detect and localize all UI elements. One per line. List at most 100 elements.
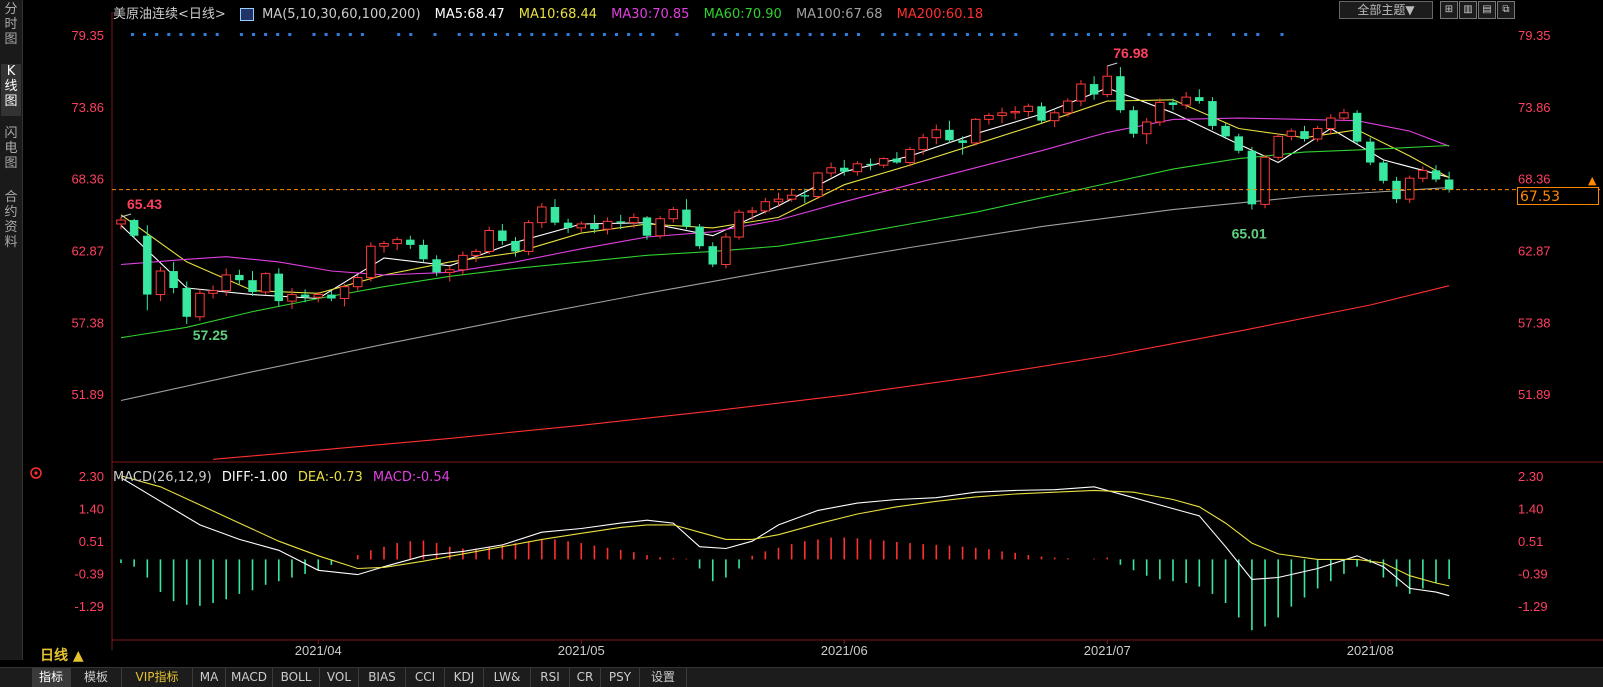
candle-body-up <box>458 254 468 271</box>
signal-dot <box>772 33 776 36</box>
candle-body-up <box>629 216 639 224</box>
all-topics-dropdown[interactable]: 全部主题▼ <box>1339 1 1433 19</box>
signal-dot <box>264 33 268 36</box>
window-layout-icon[interactable]: ⧉ <box>1497 1 1515 19</box>
tab-bias[interactable]: BIAS <box>359 668 406 687</box>
candle-body-up <box>379 243 389 247</box>
signal-dot <box>711 33 715 36</box>
candle-body-up <box>852 163 863 173</box>
signal-dot <box>167 33 171 36</box>
tab-ma[interactable]: MA <box>193 668 226 687</box>
list-layout-icon[interactable]: ▤ <box>1478 1 1496 19</box>
signal-dot <box>627 33 631 36</box>
signal-dot <box>179 33 183 36</box>
candle-body-up <box>484 230 494 252</box>
candle-body-up <box>1312 128 1323 140</box>
candle-body-down <box>892 158 902 163</box>
price-tick-right: 79.35 <box>1518 28 1551 43</box>
signal-dot <box>602 33 606 36</box>
candle-body-down <box>682 209 691 227</box>
signal-dot <box>1183 33 1187 36</box>
tab-settings[interactable]: 设置 <box>640 668 687 687</box>
grid-layout-icon[interactable]: ⊞ <box>1440 1 1458 19</box>
candle-body-down <box>550 206 560 223</box>
macd-tick-right: 0.51 <box>1518 534 1543 549</box>
candle-body-up <box>1076 83 1086 102</box>
signal-dot <box>760 33 764 36</box>
signal-dot <box>252 33 255 36</box>
candle-body-down <box>129 220 139 236</box>
split-layout-icon[interactable]: ▥ <box>1459 1 1477 19</box>
candle-body-down <box>708 246 717 265</box>
indicator-tab-bar: 指标 模板 VIP指标 MA MACD BOLL VOL BIAS CCI KD… <box>0 667 1603 687</box>
tab-boll[interactable]: BOLL <box>273 668 320 687</box>
tab-indicator[interactable]: 指标 <box>32 668 71 687</box>
candle-body-down <box>1168 102 1178 105</box>
signal-dot <box>929 33 933 36</box>
signal-dot <box>1062 33 1066 36</box>
tab-template[interactable]: 模板 <box>71 668 122 687</box>
macd-params[interactable]: MACD(26,12,9) <box>113 470 212 485</box>
date-tick-label: 2021/06 <box>821 643 868 658</box>
price-annotation: 57.25 <box>193 327 228 343</box>
signal-dot <box>336 33 340 36</box>
annotation-pointer <box>1107 62 1118 67</box>
signal-dot <box>554 33 558 36</box>
ma-params[interactable]: MA(5,10,30,60,100,200) <box>262 7 420 22</box>
candle-body-up <box>1049 112 1060 122</box>
candle-body-down <box>248 280 257 292</box>
candle-body-up <box>155 270 166 296</box>
candle-body-down <box>182 288 191 317</box>
signal-dot <box>1123 33 1127 36</box>
signal-dot <box>796 33 800 36</box>
tab-macd[interactable]: MACD <box>226 668 273 687</box>
chart-canvas[interactable]: 79.35 79.35 73.86 73.86 68.36 68.36 62.87 62.87… <box>0 0 1603 667</box>
tab-lwr[interactable]: LW& <box>484 668 531 687</box>
tab-psy[interactable]: PSY <box>601 668 640 687</box>
macd-tick-left: 1.40 <box>79 502 104 517</box>
signal-dot <box>1050 33 1054 36</box>
date-tick-label: 2021/07 <box>1084 643 1131 658</box>
chart-title: 美原油连续<日线> <box>113 7 226 22</box>
signal-dot <box>542 33 546 36</box>
tab-vol[interactable]: VOL <box>320 668 359 687</box>
signal-dot <box>784 33 788 36</box>
signal-dot <box>965 33 969 36</box>
tab-rsi[interactable]: RSI <box>531 668 570 687</box>
candle-body-up <box>747 210 757 213</box>
signal-dot <box>457 33 461 36</box>
candle-body-up <box>1010 111 1020 114</box>
macd-diff-line <box>120 477 1450 597</box>
macd-tick-right: 2.30 <box>1518 469 1543 484</box>
date-tick-label: 2021/08 <box>1347 643 1394 658</box>
signal-dot <box>723 33 727 36</box>
candle-body-up <box>1141 121 1152 135</box>
signal-dot <box>215 33 219 36</box>
candle-body-up <box>260 273 271 293</box>
candle-body-up <box>1418 169 1428 179</box>
tab-vip-indicator[interactable]: VIP指标 <box>122 668 193 687</box>
macd-tick-left: 2.30 <box>79 469 104 484</box>
candle-body-down <box>1195 97 1204 102</box>
signal-dot <box>675 33 679 36</box>
candle-body-up <box>1023 105 1034 113</box>
tab-kdj[interactable]: KDJ <box>445 668 484 687</box>
price-tick-right: 73.86 <box>1518 100 1551 115</box>
tab-cr[interactable]: CR <box>570 668 601 687</box>
period-selector-button[interactable]: 日线 ▲ <box>40 645 84 665</box>
price-annotation: 65.43 <box>127 196 162 212</box>
candle-body-down <box>800 195 810 197</box>
candle-body-up <box>287 294 297 302</box>
candle-body-up <box>1063 100 1073 114</box>
candle-body-down <box>300 294 310 298</box>
macd-tick-right: 1.40 <box>1518 502 1543 517</box>
signal-dot <box>409 33 413 36</box>
candle-body-up <box>721 236 731 265</box>
candle-body-down <box>1037 106 1046 121</box>
candle-body-down <box>958 140 967 143</box>
tab-cci[interactable]: CCI <box>406 668 445 687</box>
ma-settings-icon[interactable] <box>239 8 254 21</box>
signal-dot <box>324 33 328 36</box>
candle-body-up <box>523 222 534 252</box>
candle-body-up <box>1339 112 1349 119</box>
